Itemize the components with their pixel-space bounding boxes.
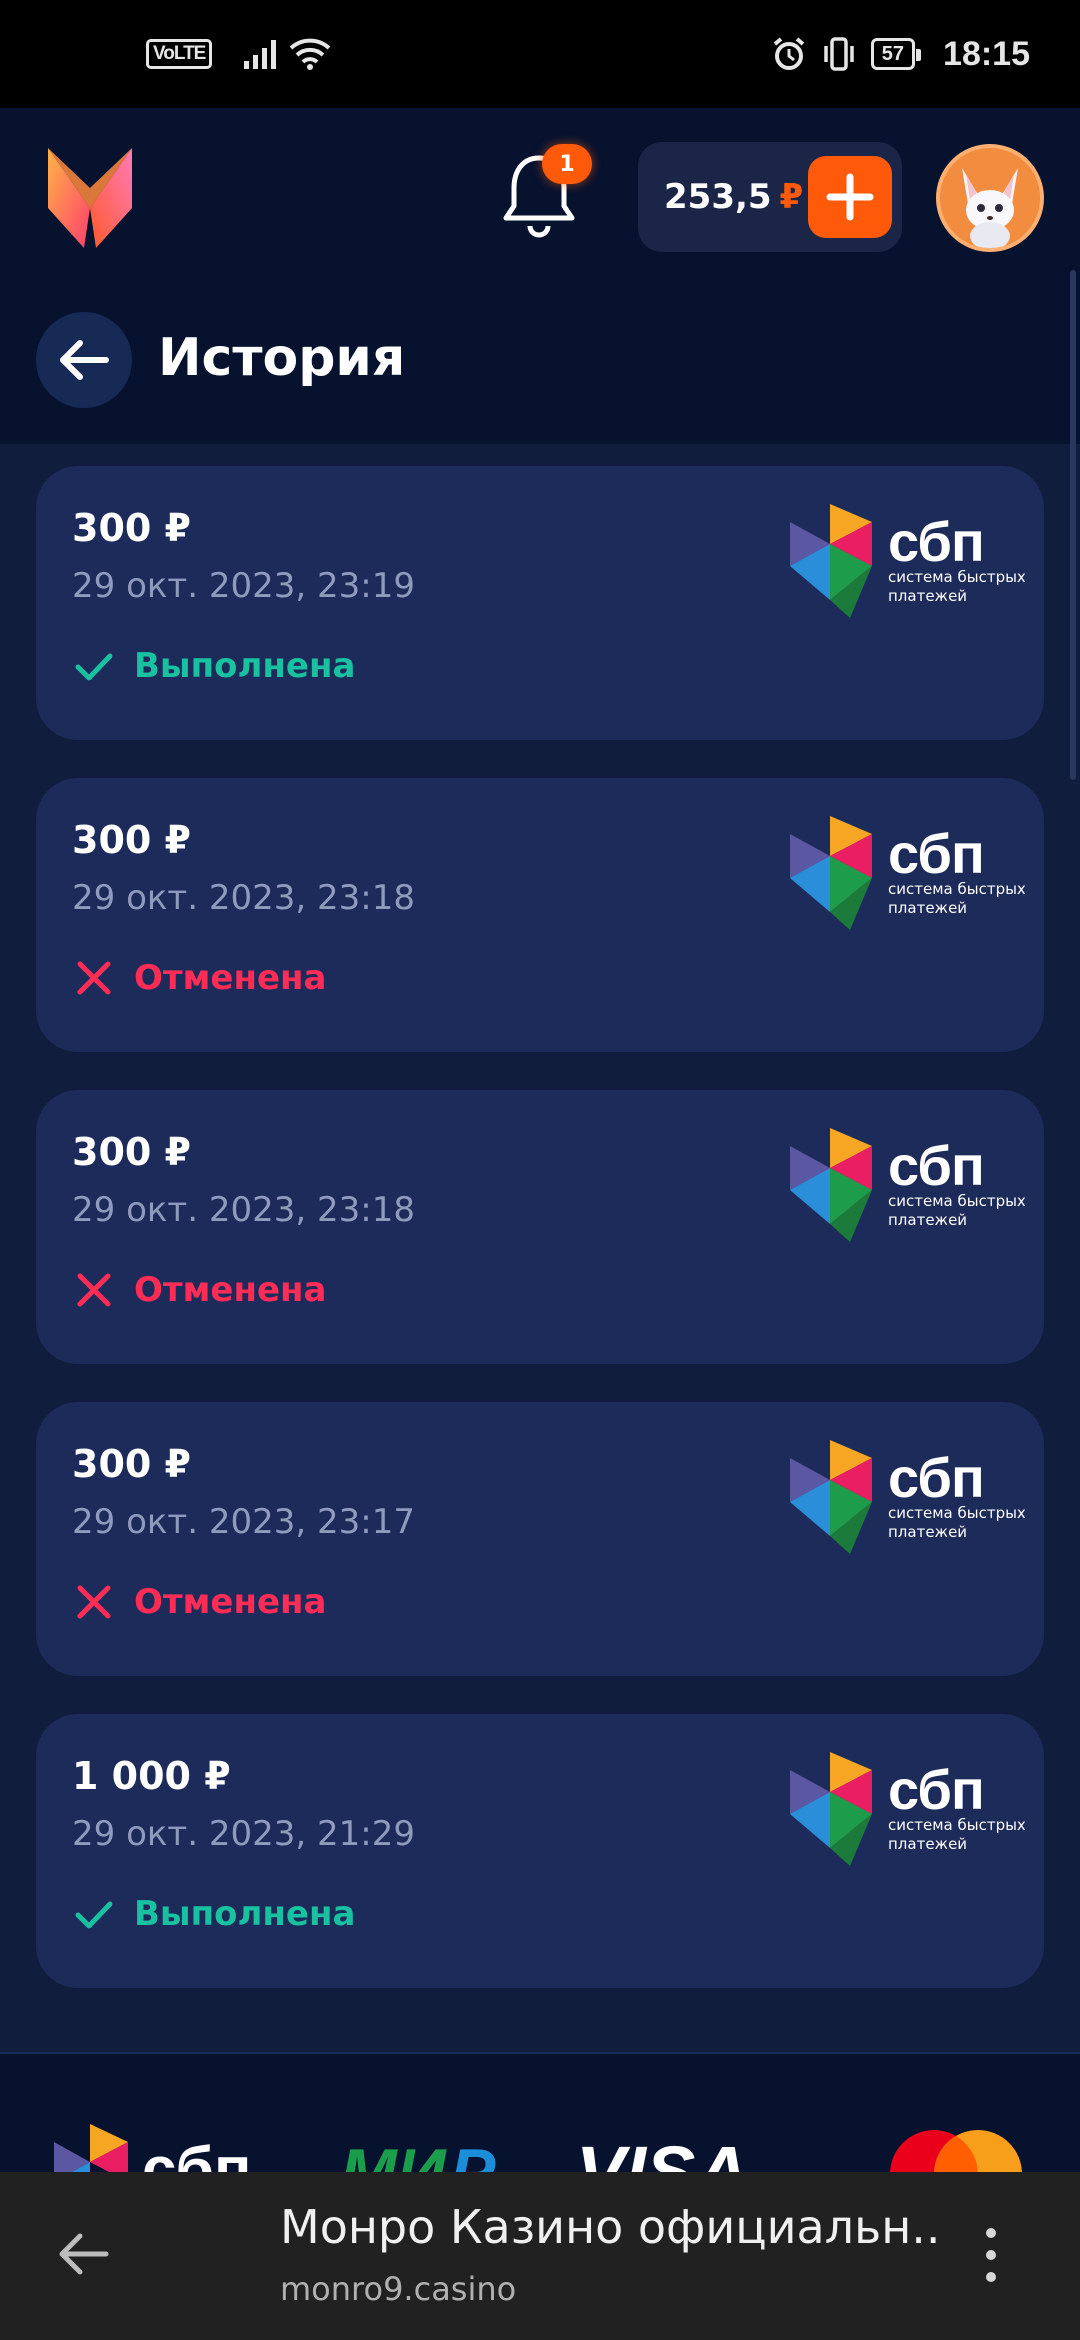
- transaction-card[interactable]: 300 ₽ 29 окт. 2023, 23:18 Отменена сбп с…: [36, 1090, 1044, 1364]
- alarm-icon: [773, 37, 805, 70]
- transaction-status: Отменена: [74, 958, 326, 998]
- wifi-icon: [289, 38, 331, 70]
- svg-text:сбп: сбп: [142, 2135, 250, 2172]
- sbp-logo: сбп система быстрых платежей: [784, 1750, 1026, 1868]
- notification-badge: 1: [542, 144, 592, 184]
- sbp-logo: сбп система быстрых платежей: [784, 1438, 1026, 1556]
- transaction-card[interactable]: 1 000 ₽ 29 окт. 2023, 21:29 Выполнена сб…: [36, 1714, 1044, 1988]
- sbp-logo: сбп система быстрых платежей: [784, 502, 1026, 620]
- cross-icon: [77, 961, 111, 995]
- app-header: 1 253,5 ₽: [0, 108, 1080, 288]
- balance-widget[interactable]: 253,5 ₽: [638, 142, 902, 252]
- transaction-status: Выполнена: [74, 646, 355, 686]
- page-header: История: [0, 288, 1080, 444]
- menu-dots-icon[interactable]: [986, 2228, 996, 2282]
- volte-icon: VoLTE: [146, 39, 213, 69]
- transaction-amount: 300 ₽: [72, 506, 191, 550]
- browser-back-icon[interactable]: [56, 2230, 110, 2278]
- page-title: История: [158, 328, 406, 388]
- sbp-logo: сбп система быстрых платежей: [784, 814, 1026, 932]
- balance-currency: ₽: [779, 177, 804, 217]
- svg-text:МИ: МИ: [340, 2135, 448, 2172]
- avatar[interactable]: [936, 144, 1044, 252]
- browser-bar: Монро Казино официальн... monro9.casino: [0, 2172, 1080, 2340]
- battery-icon: 57: [870, 38, 922, 70]
- transaction-card[interactable]: 300 ₽ 29 окт. 2023, 23:19 Выполнена сбп …: [36, 466, 1044, 740]
- mir-logo: МИ Р: [340, 2135, 496, 2172]
- transaction-amount: 1 000 ₽: [72, 1754, 231, 1798]
- status-label: Выполнена: [134, 646, 356, 686]
- check-icon: [75, 653, 113, 681]
- mastercard-logo: [890, 2130, 1022, 2172]
- sbp-subtitle-line2: платежей: [888, 1211, 968, 1229]
- transaction-amount: 300 ₽: [72, 818, 191, 862]
- logo-icon[interactable]: [44, 148, 136, 248]
- sbp-subtitle-line2: платежей: [888, 899, 968, 917]
- plus-icon: [826, 173, 874, 221]
- sbp-subtitle-line1: система быстрых: [888, 1504, 1026, 1522]
- sbp-word: сбп: [888, 510, 985, 573]
- clock: 18:15: [943, 34, 1030, 73]
- transaction-date: 29 окт. 2023, 21:29: [72, 1814, 415, 1854]
- transaction-amount: 300 ₽: [72, 1442, 191, 1486]
- transaction-date: 29 окт. 2023, 23:18: [72, 1190, 415, 1230]
- back-button[interactable]: [36, 312, 132, 408]
- transaction-date: 29 окт. 2023, 23:17: [72, 1502, 415, 1542]
- check-icon: [75, 1901, 113, 1929]
- status-bar: VoLTE 57 18:15: [0, 0, 1080, 108]
- status-label: Отменена: [134, 958, 327, 998]
- sbp-word: сбп: [888, 1446, 985, 1509]
- svg-text:VISA: VISA: [576, 2131, 749, 2172]
- sbp-subtitle-line1: система быстрых: [888, 568, 1026, 586]
- status-label: Отменена: [134, 1582, 327, 1622]
- payment-methods-strip: сбп МИ Р VISA: [0, 2052, 1080, 2172]
- transaction-status: Отменена: [74, 1582, 326, 1622]
- sbp-footer-logo: сбп: [54, 2124, 250, 2172]
- transaction-amount: 300 ₽: [72, 1130, 191, 1174]
- deposit-button[interactable]: [808, 156, 892, 238]
- avatar-fox: [940, 148, 1040, 248]
- sbp-subtitle-line2: платежей: [888, 1835, 968, 1853]
- browser-page-title[interactable]: Монро Казино официальн...: [280, 2200, 940, 2254]
- sbp-subtitle-line2: платежей: [888, 587, 968, 605]
- balance-amount: 253,5: [664, 177, 772, 217]
- signal-icon: [244, 40, 277, 69]
- transaction-date: 29 окт. 2023, 23:19: [72, 566, 415, 606]
- svg-text:Р: Р: [450, 2135, 496, 2172]
- transaction-card[interactable]: 300 ₽ 29 окт. 2023, 23:18 Отменена сбп с…: [36, 778, 1044, 1052]
- sbp-logo: сбп система быстрых платежей: [784, 1126, 1026, 1244]
- sbp-subtitle-line2: платежей: [888, 1523, 968, 1541]
- visa-logo: VISA: [576, 2131, 749, 2172]
- browser-url[interactable]: monro9.casino: [280, 2270, 516, 2308]
- transaction-status: Выполнена: [74, 1894, 355, 1934]
- sbp-subtitle-line1: система быстрых: [888, 1816, 1026, 1834]
- vibrate-icon: [824, 37, 854, 71]
- sbp-subtitle-line1: система быстрых: [888, 880, 1026, 898]
- cross-icon: [77, 1585, 111, 1619]
- transaction-status: Отменена: [74, 1270, 326, 1310]
- sbp-subtitle-line1: система быстрых: [888, 1192, 1026, 1210]
- sbp-word: сбп: [888, 1758, 985, 1821]
- transaction-date: 29 окт. 2023, 23:18: [72, 878, 415, 918]
- transaction-card[interactable]: 300 ₽ 29 окт. 2023, 23:17 Отменена сбп с…: [36, 1402, 1044, 1676]
- status-label: Выполнена: [134, 1894, 356, 1934]
- status-label: Отменена: [134, 1270, 327, 1310]
- back-arrow-icon: [60, 340, 109, 380]
- sbp-word: сбп: [888, 1134, 985, 1197]
- scrollbar[interactable]: [1070, 270, 1076, 780]
- sbp-word: сбп: [888, 822, 985, 885]
- cross-icon: [77, 1273, 111, 1307]
- transaction-list: 300 ₽ 29 окт. 2023, 23:19 Выполнена сбп …: [36, 466, 1044, 2026]
